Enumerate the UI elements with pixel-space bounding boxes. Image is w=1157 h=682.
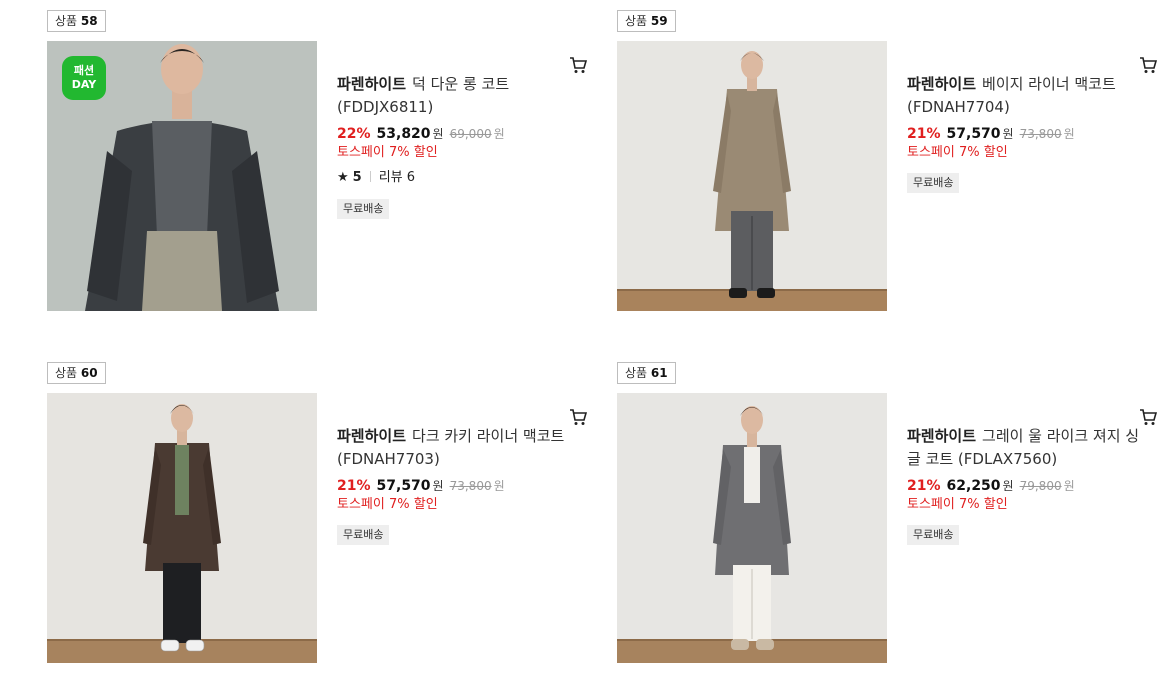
product-title[interactable]: 파렌하이트 덕 다운 롱 코트 (FDDJX6811) <box>337 73 577 119</box>
product-card-60[interactable]: 상품 60 파렌하이트 다크 카키 라이너 맥코트 (FDNAH7703) 21%… <box>47 362 587 682</box>
toss-pay-discount: 토스페이 7% 할인 <box>907 497 1008 512</box>
toss-pay-discount: 토스페이 7% 할인 <box>907 145 1008 160</box>
free-shipping-tag: 무료배송 <box>907 525 960 545</box>
discount-rate: 22% <box>337 126 371 142</box>
product-card-58[interactable]: 상품 58 패션 DAY 파렌하이트 덕 다운 롱 코트 (FDDJX6811) … <box>47 10 587 330</box>
cart-icon[interactable] <box>1139 408 1157 426</box>
fashion-day-badge: 패션 DAY <box>62 56 106 100</box>
product-image[interactable] <box>617 393 887 663</box>
price-row: 21% 57,570 원 73,800 원 <box>907 126 1075 142</box>
product-index-badge: 상품 60 <box>47 362 106 384</box>
rating-row: ★ 5 리뷰 6 <box>337 168 577 188</box>
sale-price: 53,820 <box>376 126 431 142</box>
price-row: 22% 53,820 원 69,000 원 <box>337 126 505 142</box>
product-card-59[interactable]: 상품 59 파렌하이트 베이지 라이너 맥코트 (FDNAH7704) 21% 57… <box>617 10 1157 330</box>
star-icon: ★ <box>337 170 349 185</box>
discount-rate: 21% <box>907 478 941 494</box>
cart-icon[interactable] <box>569 408 587 426</box>
price-row: 21% 57,570 원 73,800 원 <box>337 478 505 494</box>
review-count[interactable]: 리뷰 6 <box>379 170 415 185</box>
free-shipping-tag: 무료배송 <box>337 199 390 219</box>
toss-pay-discount: 토스페이 7% 할인 <box>337 145 438 160</box>
product-title[interactable]: 파렌하이트 다크 카키 라이너 맥코트 (FDNAH7703) <box>337 425 577 471</box>
free-shipping-tag: 무료배송 <box>907 173 960 193</box>
product-index-badge: 상품 58 <box>47 10 106 32</box>
original-price: 73,800 <box>449 479 492 493</box>
product-image[interactable] <box>617 41 887 311</box>
sale-price: 62,250 <box>946 478 1001 494</box>
product-image[interactable]: 패션 DAY <box>47 41 317 311</box>
toss-pay-discount: 토스페이 7% 할인 <box>337 497 438 512</box>
product-title[interactable]: 파렌하이트 베이지 라이너 맥코트 (FDNAH7704) <box>907 73 1147 119</box>
product-index-badge: 상품 61 <box>617 362 676 384</box>
product-index-badge: 상품 59 <box>617 10 676 32</box>
cart-icon[interactable] <box>569 56 587 74</box>
price-row: 21% 62,250 원 79,800 원 <box>907 478 1075 494</box>
free-shipping-tag: 무료배송 <box>337 525 390 545</box>
rating-score: 5 <box>352 170 362 185</box>
product-title[interactable]: 파렌하이트 그레이 울 라이크 져지 싱글 코트 (FDLAX7560) <box>907 425 1147 471</box>
product-card-61[interactable]: 상품 61 파렌하이트 그레이 울 라이크 져지 싱글 코트 (FDLAX7560… <box>617 362 1157 682</box>
discount-rate: 21% <box>907 126 941 142</box>
cart-icon[interactable] <box>1139 56 1157 74</box>
product-image[interactable] <box>47 393 317 663</box>
sale-price: 57,570 <box>376 478 431 494</box>
original-price: 79,800 <box>1019 479 1062 493</box>
original-price: 73,800 <box>1019 127 1062 141</box>
discount-rate: 21% <box>337 478 371 494</box>
original-price: 69,000 <box>449 127 492 141</box>
sale-price: 57,570 <box>946 126 1001 142</box>
